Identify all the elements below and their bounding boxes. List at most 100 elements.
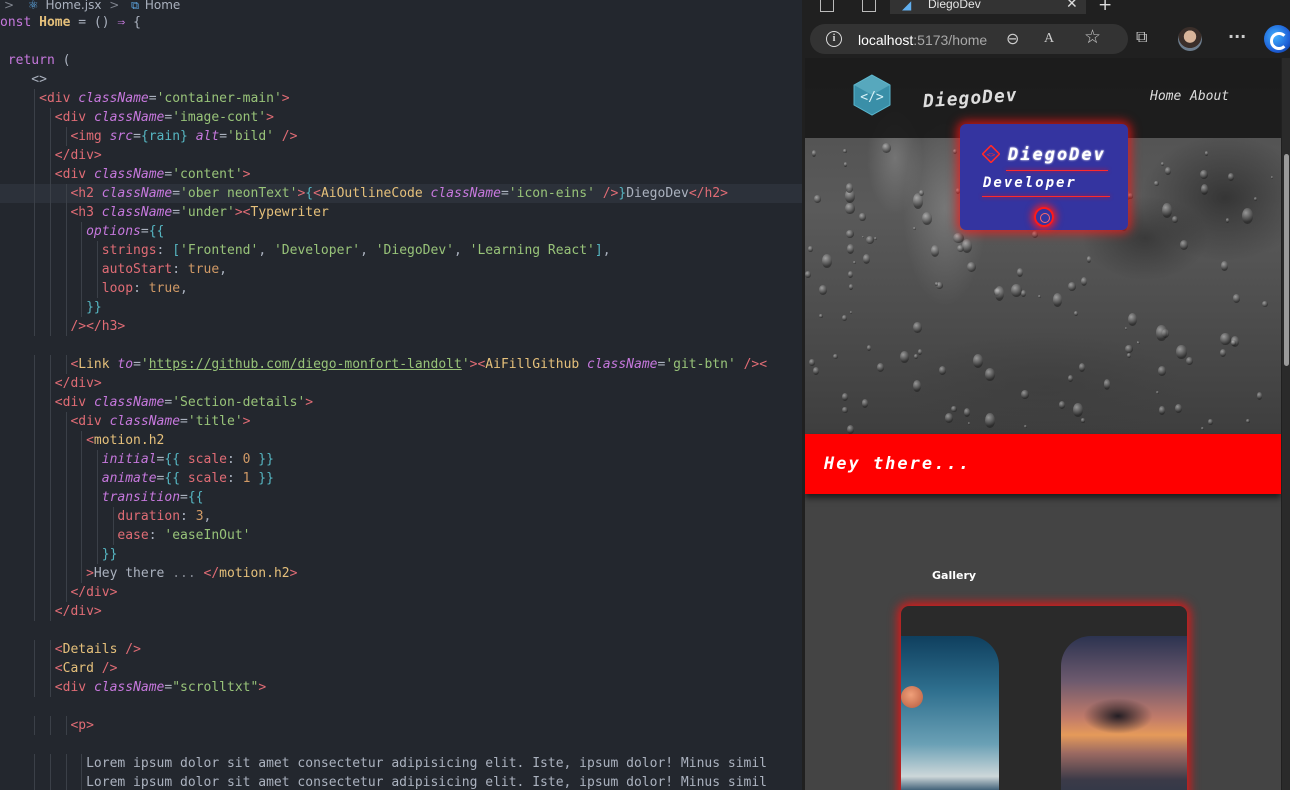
raindrop — [1185, 356, 1193, 366]
indent-guide — [65, 431, 67, 450]
code-line[interactable]: /></h3> — [0, 317, 802, 336]
code-token: true — [187, 262, 220, 277]
gallery-card[interactable] — [901, 606, 1187, 790]
code-line[interactable]: <> — [0, 70, 802, 89]
raindrop — [1176, 344, 1187, 359]
code-area[interactable]: onst Home = () ⇒ { return ( <> <div clas… — [0, 13, 802, 790]
code-logo-icon[interactable]: </> — [853, 74, 891, 116]
code-token: ... — [164, 566, 196, 581]
page-scrollbar[interactable] — [1282, 58, 1290, 790]
code-line[interactable]: </div> — [0, 583, 802, 602]
cloud-shape — [1083, 698, 1153, 734]
code-line[interactable]: <p> — [0, 716, 802, 735]
close-tab-icon[interactable]: ✕ — [1066, 0, 1078, 12]
indent-guide — [34, 773, 36, 790]
raindrop — [921, 212, 932, 225]
gallery-image-moon[interactable] — [901, 636, 999, 790]
vite-favicon-icon: ◢ — [902, 0, 912, 12]
code-line[interactable]: strings: ['Frontend', 'Developer', 'Dieg… — [0, 241, 802, 260]
code-line[interactable]: <h3 className='under'><Typewriter — [0, 203, 802, 222]
web-page[interactable]: </> DiegoDev Home About <> DiegoDev Deve… — [805, 58, 1281, 790]
scrollbar-thumb[interactable] — [1284, 154, 1289, 366]
code-line[interactable]: loop: true, — [0, 279, 802, 298]
code-line[interactable]: <div className="scrolltxt"> — [0, 678, 802, 697]
code-line[interactable]: </div> — [0, 146, 802, 165]
code-line[interactable]: return ( — [0, 51, 802, 70]
code-line[interactable]: autoStart: true, — [0, 260, 802, 279]
code-line[interactable]: <div className='container-main'> — [0, 89, 802, 108]
raindrop — [882, 143, 892, 154]
favorite-star-icon[interactable]: ☆ — [1084, 28, 1101, 47]
code-line[interactable]: animate={{ scale: 1 }} — [0, 469, 802, 488]
code-line[interactable]: initial={{ scale: 0 }} — [0, 450, 802, 469]
raindrop — [852, 260, 856, 265]
code-line[interactable]: <div className='title'> — [0, 412, 802, 431]
code-line[interactable]: </div> — [0, 374, 802, 393]
github-icon[interactable] — [1034, 207, 1054, 227]
bing-copilot-icon[interactable] — [1264, 25, 1290, 53]
code-line[interactable]: ease: 'easeInOut' — [0, 526, 802, 545]
code-line[interactable] — [0, 735, 802, 754]
raindrop — [1230, 339, 1236, 346]
code-token: , — [602, 243, 611, 258]
nav-about-link[interactable]: About — [1190, 89, 1229, 104]
url-text[interactable]: localhost:5173/home — [858, 32, 987, 48]
code-token: className — [93, 167, 165, 182]
indent-guide — [65, 222, 67, 241]
tab-diegodev[interactable]: ◢ DiegoDev ✕ — [890, 0, 1086, 14]
code-token: 'Section-details' — [172, 395, 306, 410]
code-line[interactable]: <h2 className='ober neonText'>{<AiOutlin… — [0, 184, 802, 203]
brand-name[interactable]: DiegoDev — [922, 85, 1018, 113]
code-line[interactable] — [0, 697, 802, 716]
code-line[interactable]: <Link to='https://github.com/diego-monfo… — [0, 355, 802, 374]
code-line[interactable]: Lorem ipsum dolor sit amet consectetur a… — [0, 773, 802, 790]
code-line[interactable]: <Details /> — [0, 640, 802, 659]
split-screen-icon[interactable]: ⧉ — [1136, 29, 1147, 45]
url-field[interactable]: i localhost:5173/home ⊖ A ☆ — [810, 24, 1128, 54]
raindrop — [917, 348, 922, 356]
code-line[interactable] — [0, 336, 802, 355]
nav-home-link[interactable]: Home — [1150, 89, 1181, 104]
code-line[interactable]: <div className='Section-details'> — [0, 393, 802, 412]
code-line[interactable]: duration: 3, — [0, 507, 802, 526]
more-menu-icon[interactable]: ··· — [1228, 29, 1246, 45]
code-line[interactable]: onst Home = () ⇒ { — [0, 13, 802, 32]
code-editor[interactable]: > ⚛ Home.jsx > ⧉ Home onst Home = () ⇒ {… — [0, 0, 802, 790]
code-line[interactable] — [0, 32, 802, 51]
raindrop — [1242, 208, 1254, 225]
indent-guide — [49, 526, 51, 545]
raindrop — [843, 162, 847, 167]
moon-shape — [901, 686, 923, 708]
profile-avatar[interactable] — [1178, 27, 1202, 51]
code-line[interactable]: transition={{ — [0, 488, 802, 507]
zoom-out-icon[interactable]: ⊖ — [1006, 31, 1019, 47]
code-line[interactable] — [0, 621, 802, 640]
site-info-icon[interactable]: i — [826, 31, 842, 47]
new-tab-icon[interactable]: + — [1098, 0, 1112, 15]
breadcrumb-file[interactable]: Home.jsx — [45, 0, 101, 11]
workspaces-icon[interactable] — [820, 0, 834, 12]
raindrop — [899, 350, 909, 364]
code-line[interactable]: }} — [0, 545, 802, 564]
code-line[interactable]: options={{ — [0, 222, 802, 241]
code-line[interactable]: }} — [0, 298, 802, 317]
breadcrumb-component[interactable]: Home — [145, 0, 180, 11]
indent-guide — [65, 564, 67, 583]
code-token: , — [454, 243, 470, 258]
code-line[interactable]: Lorem ipsum dolor sit amet consectetur a… — [0, 754, 802, 773]
code-line[interactable]: >Hey there ... </motion.h2> — [0, 564, 802, 583]
read-aloud-icon[interactable]: A — [1044, 31, 1054, 47]
code-line[interactable]: <motion.h2 — [0, 431, 802, 450]
code-line[interactable]: <img src={rain} alt='bild' /> — [0, 127, 802, 146]
code-line[interactable]: <div className='image-cont'> — [0, 108, 802, 127]
code-token: className — [109, 414, 181, 429]
tab-actions-icon[interactable] — [862, 0, 876, 12]
code-line[interactable]: </div> — [0, 602, 802, 621]
gallery-image-sunset[interactable] — [1061, 636, 1187, 790]
code-token: animate — [101, 471, 157, 486]
code-line[interactable]: <Card /> — [0, 659, 802, 678]
code-token: </div> — [54, 148, 102, 163]
hey-there-heading: Hey there... — [824, 454, 971, 474]
code-line[interactable]: <div className='content'> — [0, 165, 802, 184]
